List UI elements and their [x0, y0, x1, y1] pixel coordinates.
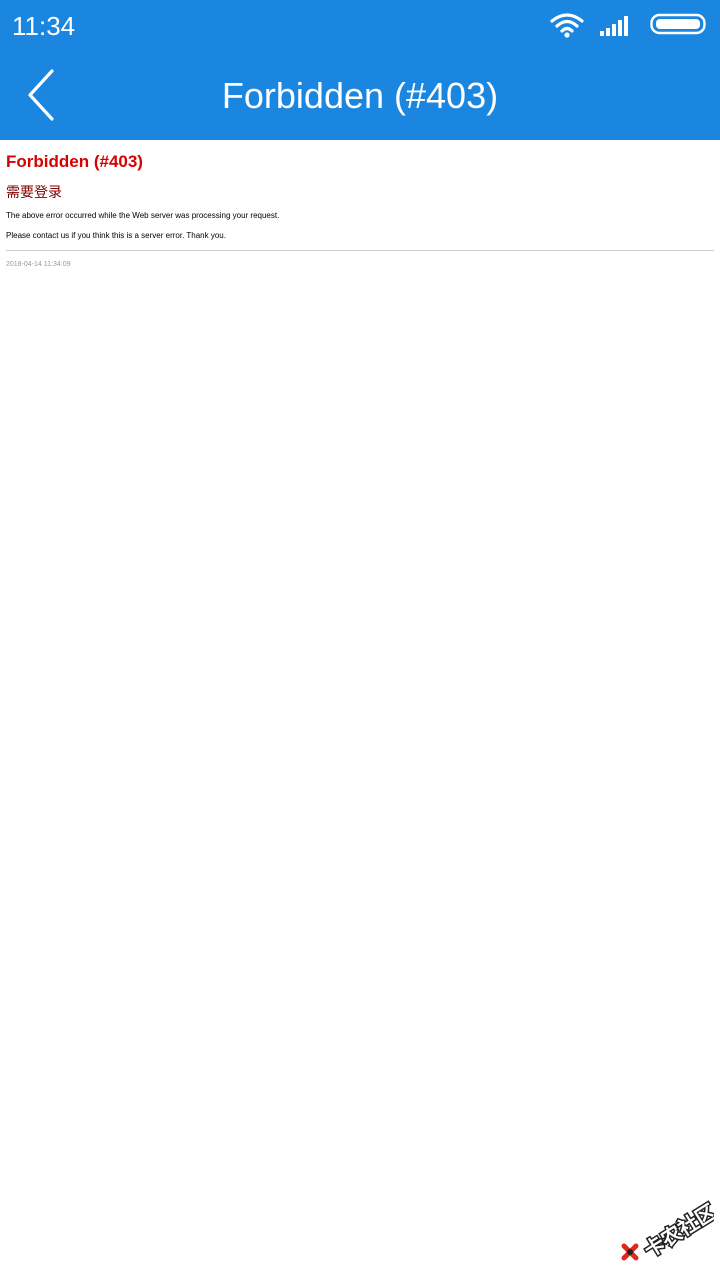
- error-timestamp: 2018-04-14 11:34:09: [6, 261, 71, 268]
- chevron-left-icon: [28, 69, 54, 121]
- screen: 11:34 Forbidden (#403) Forbidden (#403) …: [0, 0, 720, 1280]
- app-bar: 11:34 Forbidden (#403): [0, 0, 720, 140]
- error-content: Forbidden (#403) 需要登录 The above error oc…: [6, 150, 714, 270]
- error-contact-note: Please contact us if you think this is a…: [6, 231, 226, 240]
- page-title: Forbidden (#403): [221, 75, 499, 116]
- watermark-logo: 卡农社区: [621, 1198, 714, 1264]
- signal-icon: [600, 16, 628, 36]
- status-time: 11:34: [12, 11, 76, 41]
- error-title: Forbidden (#403): [6, 152, 143, 171]
- error-description: The above error occurred while the Web s…: [6, 211, 280, 220]
- back-button[interactable]: [18, 66, 68, 124]
- error-message: 需要登录: [6, 184, 62, 200]
- battery-icon: [650, 13, 706, 35]
- logo-icon: [621, 1243, 639, 1261]
- divider: [6, 250, 714, 251]
- wifi-icon: [550, 13, 584, 38]
- watermark-text: 卡农社区: [640, 1199, 714, 1262]
